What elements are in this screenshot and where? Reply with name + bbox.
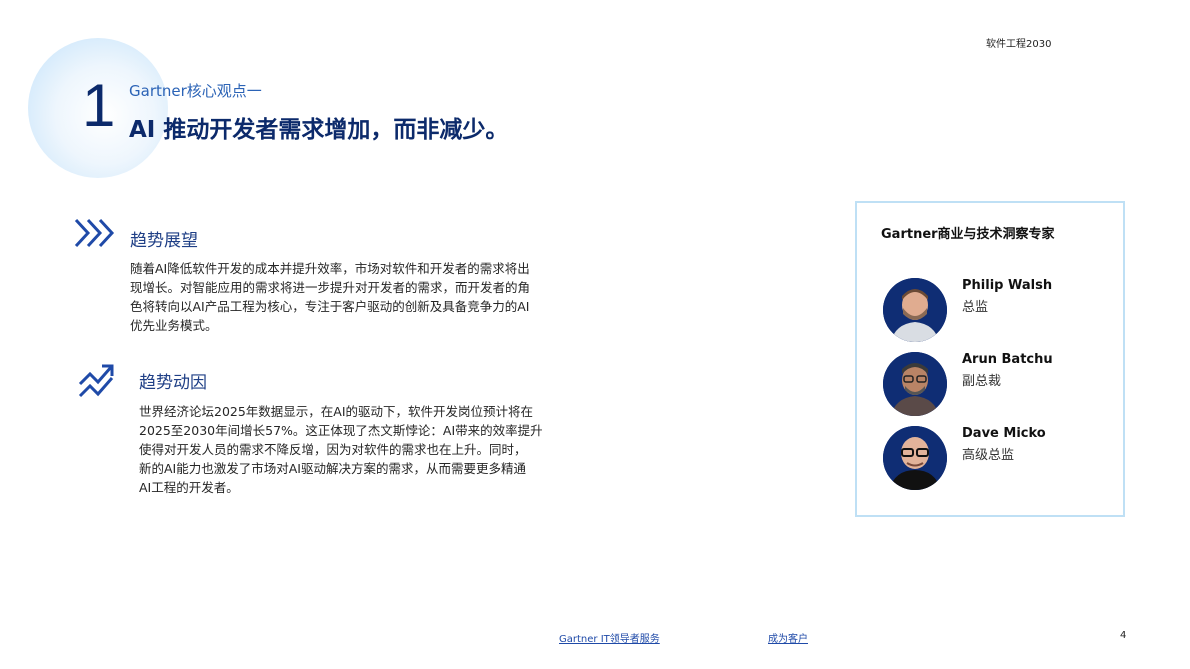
expert-name: Philip Walsh — [962, 278, 1053, 293]
avatar — [883, 426, 947, 490]
text-line: 2025至2030年间增长57%。这正体现了杰文斯悖论：AI带来的效率提升 — [139, 423, 543, 438]
expert-name: Dave Micko — [962, 426, 1046, 441]
section-title-outlook: 趋势展望 — [130, 231, 198, 251]
text-line: AI工程的开发者。 — [139, 480, 239, 495]
text-line: 现增长。对智能应用的需求将进一步提升对开发者的需求，而开发者的角 — [130, 280, 531, 295]
header-doc-label: 软件工程2030 — [986, 39, 1052, 50]
section-body-drivers: 世界经济论坛2025年数据显示，在AI的驱动下，软件开发岗位预计将在 2025至… — [139, 402, 569, 497]
expert-role: 总监 — [962, 300, 989, 315]
text-line: 随着AI降低软件开发的成本并提升效率，市场对软件和开发者的需求将出 — [130, 261, 530, 276]
triple-chevron-right-icon — [74, 218, 118, 252]
text-line: 优先业务模式。 — [130, 318, 218, 333]
expert-item: Dave Micko 高级总监 — [883, 426, 1113, 492]
trending-up-icon — [78, 362, 116, 404]
section-title-drivers: 趋势动因 — [139, 373, 207, 393]
expert-role: 高级总监 — [962, 448, 1015, 463]
page-number: 4 — [1120, 630, 1127, 641]
expert-item: Arun Batchu 副总裁 — [883, 352, 1113, 418]
experts-card-title: Gartner商业与技术洞察专家 — [881, 227, 1055, 242]
text-line: 新的AI能力也激发了市场对AI驱动解决方案的需求，从而需要更多精通 — [139, 461, 526, 476]
avatar — [883, 278, 947, 342]
section-body-outlook: 随着AI降低软件开发的成本并提升效率，市场对软件和开发者的需求将出 现增长。对智… — [130, 259, 570, 335]
hero-subtitle: Gartner核心观点一 — [129, 82, 262, 100]
text-line: 使得对开发人员的需求不降反增，因为对软件的需求也在上升。同时， — [139, 442, 527, 457]
experts-card: Gartner商业与技术洞察专家 Philip Walsh 总监 Arun Ba… — [855, 201, 1125, 517]
text-line: 世界经济论坛2025年数据显示，在AI的驱动下，软件开发岗位预计将在 — [139, 404, 534, 419]
avatar — [883, 352, 947, 416]
footer-link-become-client[interactable]: 成为客户 — [768, 630, 808, 645]
page-title: AI 推动开发者需求增加，而非减少。 — [129, 117, 509, 143]
footer-link-it-leaders[interactable]: Gartner IT领导者服务 — [559, 630, 660, 645]
hero-number: 1 — [82, 72, 116, 139]
expert-name: Arun Batchu — [962, 352, 1053, 367]
expert-item: Philip Walsh 总监 — [883, 278, 1113, 344]
expert-role: 副总裁 — [962, 374, 1002, 389]
text-line: 色将转向以AI产品工程为核心，专注于客户驱动的创新及具备竞争力的AI — [130, 299, 530, 314]
